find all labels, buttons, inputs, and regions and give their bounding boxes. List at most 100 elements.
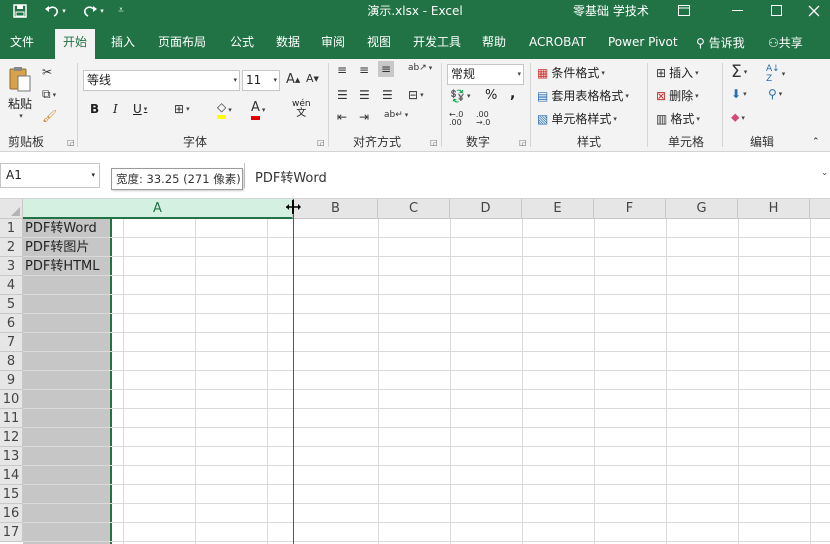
clipboard-launcher-icon[interactable]: ◲	[67, 138, 75, 147]
percent-button[interactable]: %	[485, 88, 497, 103]
fill-button[interactable]: ⬇ ▾	[731, 87, 747, 101]
column-header-c[interactable]: C	[378, 199, 450, 219]
row-header-1[interactable]: 1	[0, 219, 23, 238]
find-select-button[interactable]: ⚲ ▾	[768, 87, 782, 101]
tab-help[interactable]: 帮助	[474, 31, 514, 59]
redo-icon[interactable]: ▾	[78, 1, 108, 20]
user-name[interactable]: 零基础 学技术	[573, 2, 649, 19]
column-header-a[interactable]: A	[23, 199, 293, 219]
increase-decimal-button[interactable]: ←.0.00	[449, 111, 463, 127]
row-header-9[interactable]: 9	[0, 371, 23, 390]
tab-formulas[interactable]: 公式	[222, 31, 262, 59]
align-bottom-button[interactable]: ≡	[378, 61, 395, 77]
collapse-ribbon-icon[interactable]: ⌃	[812, 137, 820, 147]
row-header-15[interactable]: 15	[0, 485, 23, 504]
row-header-3[interactable]: 3	[0, 257, 23, 276]
worksheet-grid[interactable]: ABCDEFGH 1 2 3 4 5 6 7 8 9 10 11 12 13 14 15 16 17 PDF转W…	[0, 199, 830, 544]
merge-center-button[interactable]: ⊟ ▾	[408, 88, 424, 102]
wrap-text-button[interactable]: ab↵ ▾	[384, 110, 408, 120]
format-painter-button[interactable]: 🖌	[42, 109, 57, 123]
insert-cells-button[interactable]: ⊞ 插入 ▾	[656, 64, 699, 81]
row-header-11[interactable]: 11	[0, 409, 23, 428]
font-size-select[interactable]: 11 ▾	[242, 70, 280, 91]
tab-review[interactable]: 审阅	[313, 31, 353, 59]
column-header-h[interactable]: H	[738, 199, 810, 219]
tab-developer[interactable]: 开发工具	[405, 31, 469, 59]
align-right-button[interactable]: ☰	[382, 88, 393, 102]
share-button[interactable]: ⚇共享	[768, 34, 803, 51]
align-left-button[interactable]: ☰	[337, 88, 348, 102]
autosum-button[interactable]: Σ ▾	[731, 62, 747, 82]
fill-color-button[interactable]: ◇ ▾	[217, 100, 232, 119]
font-launcher-icon[interactable]: ◲	[317, 138, 325, 147]
conditional-formatting-button[interactable]: ▦ 条件格式 ▾	[537, 64, 605, 81]
delete-cells-button[interactable]: ⊠ 删除 ▾	[656, 87, 699, 104]
tab-home[interactable]: 开始	[55, 29, 96, 59]
row-header-6[interactable]: 6	[0, 314, 23, 333]
accounting-format-button[interactable]: 💱 ▾	[450, 89, 470, 103]
decrease-indent-button[interactable]: ⇤	[337, 110, 347, 124]
bold-button[interactable]: B	[90, 102, 99, 116]
column-header-f[interactable]: F	[594, 199, 666, 219]
increase-indent-button[interactable]: ⇥	[359, 110, 369, 124]
borders-button[interactable]: ⊞ ▾	[174, 102, 190, 116]
row-header-16[interactable]: 16	[0, 504, 23, 523]
sort-filter-button[interactable]: A↓ Z ▾	[766, 64, 785, 84]
column-header-b[interactable]: B	[294, 199, 378, 219]
save-icon[interactable]	[10, 1, 30, 20]
tab-page-layout[interactable]: 页面布局	[150, 31, 214, 59]
format-as-table-button[interactable]: ▤ 套用表格格式 ▾	[537, 87, 629, 104]
align-center-button[interactable]: ☰	[359, 88, 370, 102]
cut-button[interactable]: ✂	[42, 65, 52, 79]
grow-font-button[interactable]: A ▲	[286, 72, 300, 87]
tab-acrobat[interactable]: ACROBAT	[521, 31, 594, 59]
cell-a3[interactable]: PDF转HTML	[25, 257, 100, 276]
undo-icon[interactable]: ▾	[40, 1, 70, 20]
row-header-4[interactable]: 4	[0, 276, 23, 295]
row-header-14[interactable]: 14	[0, 466, 23, 485]
tab-power-pivot[interactable]: Power Pivot	[600, 31, 686, 59]
row-header-5[interactable]: 5	[0, 295, 23, 314]
row-header-17[interactable]: 17	[0, 523, 23, 542]
tab-view[interactable]: 视图	[359, 31, 399, 59]
ribbon-display-icon[interactable]	[676, 1, 692, 20]
row-header-10[interactable]: 10	[0, 390, 23, 409]
format-cells-button[interactable]: ▥ 格式 ▾	[656, 110, 700, 127]
tab-data[interactable]: 数据	[268, 31, 308, 59]
column-header-g[interactable]: G	[666, 199, 738, 219]
phonetic-button[interactable]: wén 文	[292, 100, 311, 119]
maximize-icon[interactable]	[768, 1, 784, 20]
align-top-button[interactable]: ≡	[337, 63, 347, 77]
tell-me[interactable]: ⚲ 告诉我	[696, 34, 745, 51]
orientation-button[interactable]: ab↗ ▾	[408, 63, 432, 73]
row-header-13[interactable]: 13	[0, 447, 23, 466]
number-launcher-icon[interactable]: ◲	[519, 138, 527, 147]
font-name-select[interactable]: 等线 ▾	[83, 70, 240, 91]
column-header-d[interactable]: D	[450, 199, 522, 219]
copy-button[interactable]: ⧉ ▾	[42, 87, 56, 102]
minimize-icon[interactable]	[730, 1, 746, 20]
tab-file[interactable]: 文件	[2, 31, 42, 59]
column-header-e[interactable]: E	[522, 199, 594, 219]
cell-a2[interactable]: PDF转图片	[25, 238, 89, 257]
expand-formula-bar-icon[interactable]: ⌄	[821, 168, 828, 177]
row-header-12[interactable]: 12	[0, 428, 23, 447]
alignment-launcher-icon[interactable]: ◲	[430, 138, 438, 147]
tab-insert[interactable]: 插入	[103, 31, 143, 59]
row-header-7[interactable]: 7	[0, 333, 23, 352]
paste-button[interactable]: 粘贴 ▾	[6, 65, 34, 120]
cell-a1[interactable]: PDF转Word	[25, 219, 97, 238]
row-header-2[interactable]: 2	[0, 238, 23, 257]
name-box[interactable]: A1 ▾	[0, 163, 100, 188]
customize-toolbar-icon[interactable]: ⩡	[114, 1, 128, 20]
select-all-button[interactable]	[0, 199, 23, 219]
comma-button[interactable]: ,	[510, 86, 515, 102]
align-middle-button[interactable]: ≡	[359, 63, 369, 77]
formula-input[interactable]: PDF转Word	[255, 167, 327, 186]
decrease-decimal-button[interactable]: .00 →.0	[476, 111, 490, 127]
clear-button[interactable]: ⬥ ▾	[731, 110, 745, 125]
close-icon[interactable]	[806, 1, 822, 20]
shrink-font-button[interactable]: A ▼	[306, 72, 319, 85]
italic-button[interactable]: I	[113, 102, 118, 116]
font-color-button[interactable]: A ▾	[251, 100, 265, 120]
